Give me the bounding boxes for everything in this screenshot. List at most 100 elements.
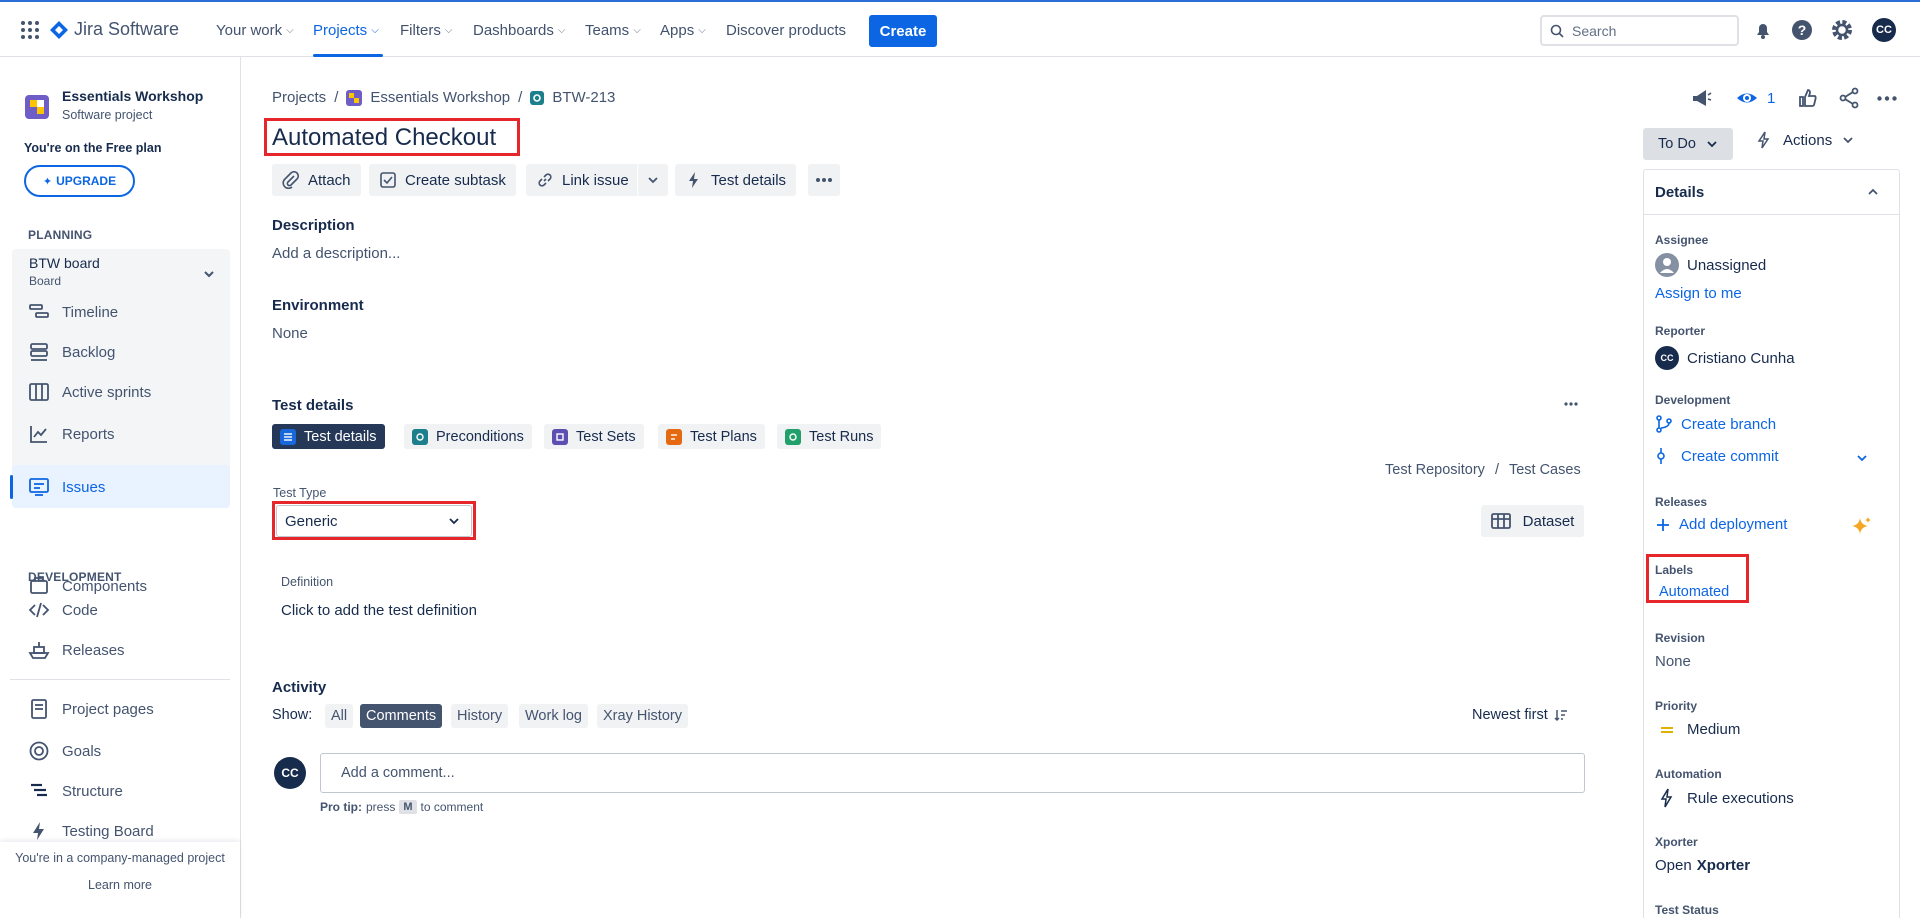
sidebar-item-releases[interactable]: Releases [28, 638, 125, 662]
breadcrumb-projects[interactable]: Projects [272, 89, 326, 106]
sidebar-item-backlog[interactable]: Backlog [28, 340, 115, 364]
upgrade-label: UPGRADE [56, 174, 117, 188]
priority-field[interactable]: Medium [1655, 721, 1740, 738]
revision-value[interactable]: None [1655, 653, 1691, 670]
nav-filters[interactable]: Filters ⌵ [400, 18, 452, 42]
tab-test-runs[interactable]: Test Runs [777, 424, 882, 449]
eye-icon [1735, 86, 1759, 110]
assignee-field[interactable]: Unassigned [1655, 253, 1766, 277]
issue-title[interactable]: Automated Checkout [272, 124, 496, 152]
create-branch-link[interactable]: Create branch [1655, 415, 1776, 433]
chevron-down-icon[interactable] [203, 268, 215, 280]
filter-work-log[interactable]: Work log [519, 704, 588, 728]
sidebar-item-structure[interactable]: Structure [28, 779, 123, 803]
user-avatar[interactable]: CC [1872, 18, 1896, 42]
settings-gear-icon[interactable] [1830, 18, 1854, 42]
chevron-down-icon [447, 514, 461, 528]
reporter-field[interactable]: CC Cristiano Cunha [1655, 346, 1795, 370]
keyboard-key: M [399, 800, 417, 814]
like-thumbs-up-icon[interactable] [1796, 86, 1820, 110]
learn-more-link[interactable]: Learn more [0, 878, 240, 892]
test-details-more-icon[interactable] [1564, 402, 1578, 406]
add-deployment-link[interactable]: Add deployment [1655, 516, 1787, 533]
filter-comments[interactable]: Comments [360, 704, 443, 728]
feedback-megaphone-icon[interactable] [1689, 86, 1713, 110]
ai-sparkle-icon[interactable] [1851, 516, 1873, 538]
sidebar-item-reports[interactable]: Reports [28, 422, 115, 446]
help-icon[interactable]: ? [1790, 18, 1814, 42]
repo-path-subfolder[interactable]: Test Cases [1509, 462, 1581, 478]
environment-value[interactable]: None [272, 325, 308, 342]
tab-preconditions[interactable]: Preconditions [404, 424, 532, 449]
actions-dropdown[interactable]: Actions [1755, 131, 1854, 149]
reports-chart-icon [28, 423, 50, 445]
create-commit-link[interactable]: Create commit [1655, 447, 1779, 465]
nav-discover-products[interactable]: Discover products [726, 18, 846, 42]
nav-apps[interactable]: Apps ⌵ [660, 18, 706, 42]
test-runs-icon [785, 428, 801, 445]
revision-label: Revision [1655, 631, 1706, 645]
filter-all[interactable]: All [325, 704, 354, 728]
nav-projects[interactable]: Projects ⌵ [313, 18, 379, 42]
upgrade-button[interactable]: ✦ UPGRADE [24, 165, 135, 197]
status-dropdown[interactable]: To Do [1643, 128, 1733, 160]
create-button[interactable]: Create [869, 15, 937, 47]
tab-test-sets[interactable]: Test Sets [544, 424, 644, 449]
link-issue-button[interactable]: Link issue [526, 164, 639, 196]
sidebar-item-goals[interactable]: Goals [28, 739, 101, 763]
sidebar-item-label: Backlog [62, 343, 116, 361]
more-actions-button[interactable] [808, 164, 840, 196]
sidebar-item-timeline[interactable]: Timeline [28, 300, 118, 324]
sidebar-item-project-pages[interactable]: Project pages [28, 697, 154, 721]
sidebar-item-code[interactable]: Code [28, 598, 98, 622]
sort-label: Newest first [1472, 707, 1548, 723]
dataset-button[interactable]: Dataset [1481, 505, 1584, 537]
project-name[interactable]: Essentials Workshop [62, 88, 203, 104]
link-issue-dropdown[interactable] [637, 164, 668, 196]
chevron-up-icon[interactable] [1867, 186, 1879, 198]
list-icon [280, 428, 296, 445]
test-type-select[interactable]: Generic [276, 505, 472, 537]
breadcrumb-project[interactable]: Essentials Workshop [370, 89, 510, 106]
breadcrumb-separator: / [334, 89, 339, 106]
filter-history[interactable]: History [451, 704, 509, 728]
breadcrumb-issue-key[interactable]: BTW-213 [552, 89, 615, 106]
active-indicator [10, 475, 13, 499]
comment-input[interactable]: Add a comment... [320, 753, 1585, 793]
share-icon[interactable] [1837, 86, 1861, 110]
breadcrumb-separator: / [518, 89, 523, 106]
sort-button[interactable]: Newest first [1472, 707, 1568, 723]
open-xporter-link[interactable]: Open Xporter [1655, 857, 1750, 874]
watch-button[interactable]: 1 [1735, 86, 1775, 110]
repo-path-folder[interactable]: Test Repository [1385, 462, 1485, 478]
label-tag-automated[interactable]: Automated [1659, 584, 1729, 600]
search-input[interactable]: Search [1540, 15, 1739, 46]
filter-xray-history[interactable]: Xray History [597, 704, 688, 728]
nav-your-work[interactable]: Your work ⌵ [216, 18, 294, 42]
project-avatar [25, 95, 49, 119]
sidebar-item-testing-board[interactable]: Testing Board [28, 819, 154, 843]
rule-executions-link[interactable]: Rule executions [1655, 788, 1794, 808]
sidebar-item-label: Timeline [62, 303, 119, 321]
more-options-icon[interactable] [1877, 96, 1897, 101]
nav-teams[interactable]: Teams ⌵ [585, 18, 641, 42]
chevron-down-icon[interactable] [1856, 452, 1868, 464]
tab-test-plans[interactable]: Test Plans [658, 424, 765, 449]
description-placeholder[interactable]: Add a description... [272, 245, 400, 262]
reporter-label: Reporter [1655, 324, 1706, 338]
assign-to-me-link[interactable]: Assign to me [1655, 285, 1742, 302]
attach-button[interactable]: Attach [272, 164, 361, 196]
lightning-icon [1655, 788, 1679, 808]
lightning-icon [1755, 131, 1773, 149]
tab-test-details[interactable]: Test details [272, 424, 385, 449]
notifications-icon[interactable] [1751, 18, 1775, 42]
nav-dashboards[interactable]: Dashboards ⌵ [473, 18, 565, 42]
jira-logo[interactable]: Jira Software [50, 19, 179, 40]
app-switcher-icon[interactable] [20, 20, 40, 40]
test-details-button[interactable]: Test details [675, 164, 797, 196]
sidebar-item-issues-content[interactable]: Issues [28, 475, 105, 499]
create-subtask-button[interactable]: Create subtask [369, 164, 516, 196]
attach-label: Attach [308, 171, 351, 189]
definition-placeholder[interactable]: Click to add the test definition [281, 602, 477, 619]
sidebar-item-active-sprints[interactable]: Active sprints [28, 380, 151, 404]
